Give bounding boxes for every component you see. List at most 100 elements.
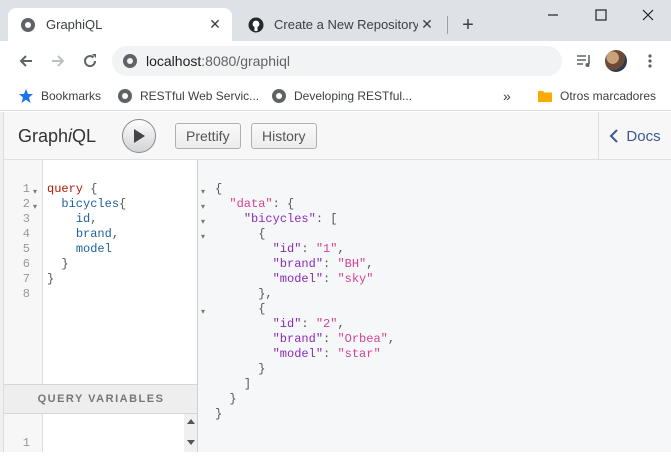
bookmark-label: Otros marcadores (560, 89, 657, 103)
code-line: bicycles{ (61, 197, 127, 211)
reload-button[interactable] (76, 47, 104, 75)
tab-strip: GraphiQL ✕ Create a New Repository ✕ + (0, 0, 671, 41)
result-line: "brand": "Orbea", (272, 332, 396, 346)
chevron-left-icon (609, 129, 619, 143)
line-number: 3 (22, 212, 30, 226)
browser-menu-button[interactable] (636, 47, 664, 75)
prettify-button[interactable]: Prettify (175, 123, 241, 149)
fold-arrow-icon[interactable]: ▾ (201, 200, 205, 215)
star-icon (18, 88, 34, 104)
arrow-left-icon (19, 55, 32, 67)
docs-button[interactable]: Docs (598, 112, 671, 160)
line-number: 5 (22, 242, 30, 256)
fold-arrow-icon[interactable]: ▾ (201, 185, 205, 200)
code-line: id, (75, 212, 98, 226)
tab-create-repository[interactable]: Create a New Repository ✕ (236, 8, 444, 41)
address-bar[interactable]: localhost:8080/graphiql (112, 46, 562, 76)
query-editor[interactable]: 1 ▾ 2 ▾ 3 4 5 6 7 8 query { bicycles{ id… (4, 160, 198, 452)
bookmarks-bar: Bookmarks RESTful Web Servic... Developi… (0, 81, 671, 111)
history-button[interactable]: History (251, 123, 317, 149)
result-line: "bicycles": [ (243, 212, 338, 226)
result-line: "id": "1", (272, 242, 345, 256)
browser-toolbar: localhost:8080/graphiql (0, 41, 671, 81)
fold-arrow-icon[interactable]: ▾ (33, 185, 37, 200)
execute-query-button[interactable] (122, 119, 156, 153)
fold-arrow-icon[interactable]: ▾ (201, 305, 205, 320)
result-line: "id": "2", (272, 317, 345, 331)
result-line: "model": "sky" (272, 272, 374, 286)
other-bookmarks-folder[interactable]: Otros marcadores (537, 86, 656, 106)
result-line: "brand": "BH", (272, 257, 374, 271)
fold-arrow-icon[interactable]: ▾ (201, 230, 205, 245)
arrow-right-icon (52, 55, 65, 67)
url-host: localhost (146, 53, 202, 69)
line-number: 7 (22, 272, 30, 286)
query-variables-editor[interactable]: 1 (4, 414, 198, 452)
code-line: } (61, 257, 69, 271)
query-root-field: bicycles (61, 197, 120, 211)
result-line: { (215, 182, 223, 196)
result-line: } (258, 362, 266, 376)
more-bookmarks-button[interactable]: » (503, 86, 511, 106)
github-icon (248, 17, 264, 33)
result-line: { (258, 227, 266, 241)
fold-arrow-icon[interactable]: ▾ (33, 200, 37, 215)
graphiql-topbar: GraphiQL Prettify History Docs (4, 112, 671, 160)
tab-separator (447, 16, 448, 34)
line-number: 1 (22, 436, 30, 450)
bookmark-bookmarks[interactable]: Bookmarks (18, 86, 101, 106)
maximize-icon (595, 9, 607, 21)
play-icon (134, 129, 145, 143)
playlist-icon (577, 55, 590, 67)
more-vert-icon (648, 54, 652, 68)
close-tab-icon[interactable]: ✕ (206, 16, 224, 34)
result-line: ] (243, 377, 252, 391)
back-button[interactable] (12, 47, 40, 75)
bookmark-label: RESTful Web Servic... (140, 89, 260, 103)
maximize-window-button[interactable] (578, 0, 624, 30)
result-line: } (229, 392, 237, 406)
line-number: 4 (22, 227, 30, 241)
query-variables-header[interactable]: QUERY VARIABLES (4, 384, 198, 414)
code-line: } (47, 272, 55, 286)
code-line: query { (47, 182, 98, 196)
close-icon (642, 9, 654, 21)
scrollbar[interactable] (184, 414, 198, 452)
result-line: } (215, 407, 223, 421)
media-control-button[interactable] (570, 47, 598, 75)
line-number: 6 (22, 257, 30, 271)
result-line: "data": { (229, 197, 295, 211)
close-window-button[interactable] (625, 0, 671, 30)
line-number: 8 (22, 287, 30, 301)
profile-button[interactable] (602, 47, 630, 75)
line-number: 1 (22, 182, 30, 196)
globe-icon (20, 17, 36, 33)
new-tab-button[interactable]: + (458, 14, 478, 36)
fold-arrow-icon[interactable]: ▾ (201, 215, 205, 230)
code-line: brand, (75, 227, 120, 241)
tab-title: Create a New Repository (274, 17, 418, 32)
bookmark-restful-web-services[interactable]: RESTful Web Servic... (117, 86, 259, 106)
result-line: { (258, 302, 266, 316)
minimize-icon (548, 14, 558, 16)
forward-button[interactable] (44, 47, 72, 75)
tab-graphiql[interactable]: GraphiQL ✕ (8, 8, 232, 41)
url-path: :8080/graphiql (201, 53, 291, 69)
graphiql-title: GraphiQL (18, 126, 97, 146)
query-field: id (75, 212, 91, 226)
minimize-window-button[interactable] (530, 0, 576, 30)
close-tab-icon[interactable]: ✕ (418, 16, 436, 34)
result-viewer: ▾ ▾ ▾ ▾ ▾ { "data": { "bicycles": [ { "i… (198, 160, 671, 452)
bookmark-label: Bookmarks (41, 89, 102, 103)
code-line: model (47, 242, 112, 257)
line-number: 2 (22, 197, 30, 211)
avatar (605, 50, 627, 72)
site-info-icon[interactable] (122, 53, 138, 69)
query-keyword: query (47, 182, 84, 196)
tab-title: GraphiQL (46, 17, 103, 32)
bookmark-developing-restful[interactable]: Developing RESTful... (271, 86, 412, 106)
bookmark-label: Developing RESTful... (294, 89, 413, 103)
globe-icon (117, 88, 133, 104)
globe-icon (271, 88, 287, 104)
result-line: "model": "star" (272, 347, 381, 361)
